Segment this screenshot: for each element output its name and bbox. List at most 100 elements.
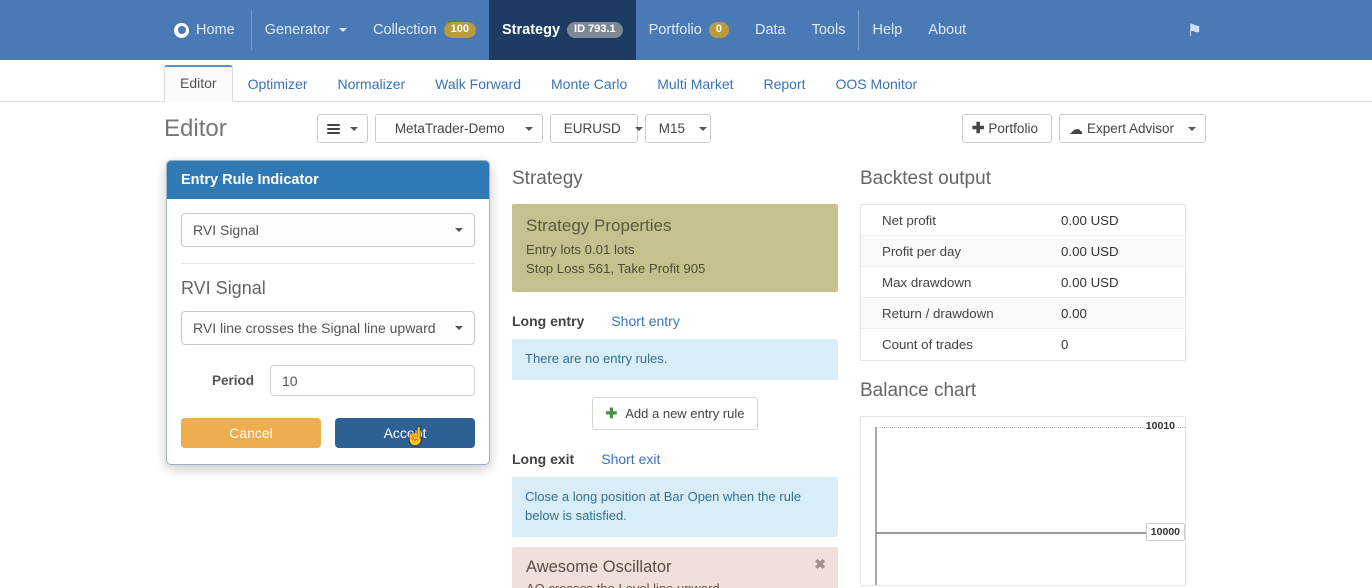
chevron-down-icon bbox=[338, 28, 347, 32]
plus-icon: ✚ bbox=[971, 120, 985, 137]
modal-column: Entry Rule Indicator RVI Signal RVI Sign… bbox=[164, 155, 490, 583]
tab-walk-forward[interactable]: Walk Forward bbox=[420, 67, 536, 102]
exit-rule-card[interactable]: ✖ Awesome Oscillator AO crosses the Leve… bbox=[512, 547, 838, 588]
expert-advisor-button[interactable]: ☁ Expert Advisor bbox=[1058, 114, 1206, 143]
cancel-button[interactable]: Cancel bbox=[181, 418, 321, 448]
strategy-id-badge: ID 793.1 bbox=[567, 22, 623, 38]
chevron-down-icon bbox=[634, 126, 643, 131]
table-row: Max drawdown 0.00 USD bbox=[861, 267, 1185, 298]
menu-button[interactable] bbox=[316, 114, 368, 143]
indicator-select[interactable]: RVI Signal bbox=[181, 213, 475, 247]
entry-rules-empty-message: There are no entry rules. bbox=[512, 339, 838, 381]
nav-label-help: Help bbox=[872, 22, 903, 38]
portfolio-count-badge: 0 bbox=[708, 22, 729, 38]
nav-item-home[interactable]: Home bbox=[160, 0, 251, 60]
row-label: Net profit bbox=[882, 212, 936, 228]
subtab-long-entry[interactable]: Long entry bbox=[512, 313, 584, 329]
nav-label-strategy: Strategy bbox=[502, 22, 561, 38]
timeframe-select[interactable]: M15 bbox=[644, 114, 711, 143]
row-label: Max drawdown bbox=[882, 274, 972, 290]
add-portfolio-button[interactable]: ✚ Portfolio bbox=[961, 114, 1052, 143]
period-label: Period bbox=[211, 373, 254, 388]
backtest-column: Backtest output Net profit 0.00 USD Prof… bbox=[860, 155, 1186, 586]
exit-rule-heading: Awesome Oscillator bbox=[526, 558, 672, 576]
broker-select[interactable]: MetaTrader-Demo bbox=[374, 114, 543, 143]
dialog-footer: Cancel Accept ☝ bbox=[167, 396, 489, 464]
accept-button-label: Accept bbox=[383, 425, 427, 441]
tab-report[interactable]: Report bbox=[749, 67, 821, 102]
strategy-properties-card[interactable]: Strategy Properties Entry lots 0.01 lots… bbox=[512, 204, 838, 293]
nav-item-about[interactable]: About bbox=[915, 0, 979, 60]
chevron-down-icon bbox=[455, 228, 463, 232]
expert-advisor-label: Expert Advisor bbox=[1086, 121, 1174, 136]
row-label: Count of trades bbox=[882, 337, 973, 352]
table-row: Count of trades 0 bbox=[861, 329, 1185, 360]
flag-icon[interactable]: ⚑ bbox=[1187, 22, 1202, 39]
subtab-short-entry[interactable]: Short entry bbox=[611, 313, 679, 329]
nav-label-generator: Generator bbox=[264, 22, 330, 38]
navbar-left-spacer bbox=[0, 0, 160, 60]
exit-rule-description: Close a long position at Bar Open when t… bbox=[512, 477, 838, 537]
chart-ytick-top: 10010 bbox=[1145, 420, 1175, 432]
nav-item-data[interactable]: Data bbox=[742, 0, 799, 60]
subtab-short-exit[interactable]: Short exit bbox=[601, 451, 660, 467]
subtab-long-exit[interactable]: Long exit bbox=[512, 451, 574, 467]
condition-select-value: RVI line crosses the Signal line upward bbox=[193, 320, 436, 336]
section-tabs: Editor Optimizer Normalizer Walk Forward… bbox=[0, 60, 1372, 102]
strategy-column: Strategy Strategy Properties Entry lots … bbox=[512, 155, 838, 588]
symbol-select[interactable]: EURUSD bbox=[549, 114, 643, 143]
exit-subtabs: Long exit Short exit bbox=[512, 451, 838, 467]
nav-item-help[interactable]: Help bbox=[859, 0, 915, 60]
tab-multi-market[interactable]: Multi Market bbox=[642, 67, 748, 102]
toolbar-right-group: ✚ Portfolio ☁ Expert Advisor bbox=[961, 114, 1206, 143]
navbar-right: ⚑ bbox=[1187, 0, 1372, 60]
chevron-down-icon bbox=[698, 126, 707, 131]
dialog-divider bbox=[181, 263, 475, 264]
chevron-down-icon bbox=[349, 126, 358, 131]
entry-rule-indicator-dialog: Entry Rule Indicator RVI Signal RVI Sign… bbox=[166, 160, 490, 465]
nav-label-home: Home bbox=[196, 22, 235, 38]
nav-label-about: About bbox=[928, 22, 967, 38]
nav-label-data: Data bbox=[754, 22, 786, 38]
strategy-title: Strategy bbox=[512, 168, 583, 189]
top-navbar: Home Generator Collection 100 Strategy I… bbox=[0, 0, 1372, 60]
tab-normalizer[interactable]: Normalizer bbox=[322, 67, 420, 102]
balance-chart-title: Balance chart bbox=[860, 380, 977, 401]
row-label: Return / drawdown bbox=[882, 305, 994, 321]
nav-item-tools[interactable]: Tools bbox=[799, 0, 859, 60]
row-label: Profit per day bbox=[882, 243, 962, 259]
nav-label-collection: Collection bbox=[372, 22, 437, 38]
close-icon[interactable]: ✖ bbox=[814, 557, 826, 571]
chart-y-axis bbox=[875, 427, 877, 585]
nav-item-collection[interactable]: Collection 100 bbox=[360, 0, 489, 60]
accept-button[interactable]: Accept ☝ bbox=[335, 418, 475, 448]
chevron-down-icon bbox=[1188, 126, 1196, 131]
row-value: 0.00 bbox=[1061, 305, 1087, 321]
tab-optimizer[interactable]: Optimizer bbox=[233, 67, 323, 102]
nav-item-portfolio[interactable]: Portfolio 0 bbox=[636, 0, 742, 60]
circle-logo-icon bbox=[174, 22, 189, 38]
nav-item-strategy[interactable]: Strategy ID 793.1 bbox=[489, 0, 636, 60]
broker-select-value: MetaTrader-Demo bbox=[394, 121, 505, 136]
strategy-properties-heading: Strategy Properties bbox=[526, 216, 672, 235]
add-entry-rule-button[interactable]: ✚ Add a new entry rule bbox=[591, 397, 759, 431]
row-value: 0.00 USD bbox=[1061, 274, 1119, 290]
backtest-output-title: Backtest output bbox=[860, 168, 991, 189]
tab-oos-monitor[interactable]: OOS Monitor bbox=[821, 67, 933, 102]
chart-balance-series bbox=[875, 532, 1157, 534]
editor-body: Entry Rule Indicator RVI Signal RVI Sign… bbox=[0, 155, 1372, 588]
condition-select[interactable]: RVI line crosses the Signal line upward bbox=[181, 311, 475, 345]
symbol-select-value: EURUSD bbox=[563, 121, 621, 136]
period-input[interactable] bbox=[270, 365, 475, 396]
backtest-output-table: Net profit 0.00 USD Profit per day 0.00 … bbox=[860, 204, 1186, 361]
tab-editor[interactable]: Editor bbox=[164, 65, 233, 102]
chart-gridline-top bbox=[875, 427, 1185, 428]
balance-chart[interactable]: 10010 10000 bbox=[860, 416, 1186, 586]
chevron-down-icon bbox=[455, 326, 463, 330]
tab-monte-carlo[interactable]: Monte Carlo bbox=[536, 67, 642, 102]
exit-rule-detail: AO crosses the Level line upward bbox=[526, 581, 824, 588]
strategy-properties-line2: Stop Loss 561, Take Profit 905 bbox=[526, 260, 706, 276]
nav-item-generator[interactable]: Generator bbox=[252, 0, 360, 60]
nav-label-portfolio: Portfolio bbox=[648, 22, 702, 38]
indicator-select-value: RVI Signal bbox=[193, 222, 259, 238]
